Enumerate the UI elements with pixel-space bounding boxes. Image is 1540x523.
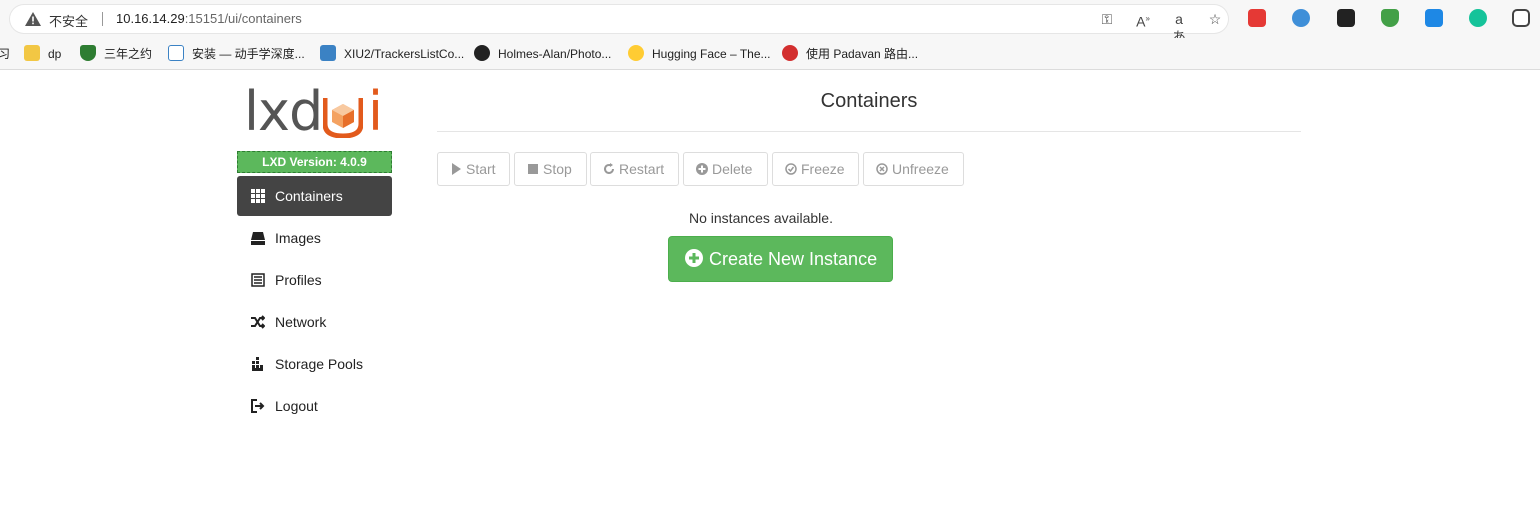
button-label: Restart (619, 161, 665, 177)
shuffle-icon (251, 315, 265, 329)
url-path: :15151/ui/containers (184, 11, 302, 26)
logo-i: i (368, 80, 384, 143)
bookmark-label: 习 (0, 47, 11, 61)
empty-state-message: No instances available. (689, 210, 833, 226)
bookmark-item[interactable]: Holmes-Alan/Photo... (474, 44, 611, 64)
bookmark-label: 安装 — 动手学深度... (192, 47, 305, 61)
nav-network[interactable]: Network (237, 302, 392, 342)
pocket-extension-icon[interactable] (1248, 9, 1266, 27)
stop-button[interactable]: Stop (514, 152, 587, 186)
browser-toolbar: 不安全 10.16.14.29:15151/ui/containers ⚿ A»… (0, 0, 1540, 45)
page-title: Containers (820, 90, 918, 112)
drive-icon (251, 232, 265, 245)
restart-button[interactable]: Restart (590, 152, 679, 186)
bookmark-label: dp (48, 47, 62, 61)
title-divider (437, 131, 1301, 132)
warning-icon[interactable] (25, 12, 41, 26)
screen-extension-icon[interactable] (1425, 9, 1443, 27)
bookmark-folder-dp[interactable]: dp (24, 44, 61, 64)
button-label: Delete (712, 161, 753, 177)
grammarly-extension-icon[interactable] (1469, 9, 1487, 27)
nav-storage-pools[interactable]: Storage Pools (237, 344, 392, 384)
cube-logo-icon (323, 98, 363, 138)
tracker-icon (320, 45, 336, 61)
bookmark-label: XIU2/TrackersListCo... (344, 47, 465, 61)
shield-icon (80, 45, 96, 61)
delete-icon (696, 163, 708, 175)
nav-logout[interactable]: Logout (237, 386, 392, 426)
x-circle-icon (876, 163, 888, 175)
refresh-icon (604, 163, 614, 174)
bookmark-item[interactable]: 安装 — 动手学深度... (168, 44, 305, 64)
bookmark-item[interactable]: 习 (0, 44, 10, 64)
create-new-instance-button[interactable]: Create New Instance (668, 236, 893, 282)
bookmark-label: Holmes-Alan/Photo... (498, 47, 612, 61)
lxdui-logo[interactable]: lxd i (244, 80, 394, 144)
translate-icon[interactable]: aあ (1170, 10, 1188, 45)
logo-text: lxd (244, 80, 323, 143)
play-icon (452, 163, 461, 175)
key-icon[interactable]: ⚿ (1098, 10, 1116, 28)
button-label: Unfreeze (892, 161, 949, 177)
nav-label: Network (275, 314, 327, 330)
url-host: 10.16.14.29 (116, 11, 185, 26)
nav-label: Containers (275, 188, 343, 204)
nav-label: Images (275, 230, 321, 246)
bookmark-label: 使用 Padavan 路由... (806, 47, 919, 61)
url-text[interactable]: 10.16.14.29:15151/ui/containers (116, 11, 302, 26)
extensions-puzzle-icon[interactable] (1512, 9, 1530, 27)
bookmarks-bar: 习 dp 三年之约 安装 — 动手学深度... XIU2/TrackersLis… (0, 38, 1540, 70)
bookmark-item[interactable]: Hugging Face – The... (628, 44, 771, 64)
hugging-face-icon (628, 45, 644, 61)
pi-icon (782, 45, 798, 61)
nav-containers[interactable]: Containers (237, 176, 392, 216)
create-button-label: Create New Instance (709, 249, 878, 269)
tampermonkey-extension-icon[interactable] (1337, 9, 1355, 27)
button-label: Start (466, 161, 496, 177)
nav-profiles[interactable]: Profiles (237, 260, 392, 300)
start-button[interactable]: Start (437, 152, 510, 186)
globe-extension-icon[interactable] (1292, 9, 1310, 27)
plus-circle-icon (685, 249, 703, 267)
nav-label: Storage Pools (275, 356, 363, 372)
nav-images[interactable]: Images (237, 218, 392, 258)
shield-extension-icon[interactable] (1381, 9, 1399, 27)
nav-label: Profiles (275, 272, 322, 288)
bookmark-item[interactable]: 三年之约 (80, 44, 152, 64)
button-label: Freeze (801, 161, 845, 177)
folder-icon (24, 45, 40, 61)
button-label: Stop (543, 161, 572, 177)
book-icon (168, 45, 184, 61)
read-aloud-icon[interactable]: A» (1134, 10, 1152, 30)
nav-label: Logout (275, 398, 318, 414)
check-circle-icon (785, 163, 797, 175)
grid-icon (251, 189, 265, 203)
bookmark-label: Hugging Face – The... (652, 47, 771, 61)
bookmark-label: 三年之约 (104, 47, 153, 61)
unfreeze-button[interactable]: Unfreeze (863, 152, 964, 186)
bookmark-item[interactable]: 使用 Padavan 路由... (782, 44, 918, 64)
bookmark-item[interactable]: XIU2/TrackersListCo... (320, 44, 464, 64)
storage-icon (252, 357, 263, 371)
version-badge: LXD Version: 4.0.9 (237, 151, 392, 173)
github-icon (474, 45, 490, 61)
logout-icon (251, 399, 265, 413)
freeze-button[interactable]: Freeze (772, 152, 859, 186)
list-icon (251, 273, 265, 287)
add-favorite-icon[interactable]: ☆ (1206, 10, 1224, 28)
delete-button[interactable]: Delete (683, 152, 768, 186)
address-bar[interactable]: 不安全 10.16.14.29:15151/ui/containers ⚿ A»… (10, 5, 1228, 45)
url-divider (102, 12, 103, 26)
insecure-label[interactable]: 不安全 (49, 11, 88, 30)
stop-icon (528, 164, 538, 174)
